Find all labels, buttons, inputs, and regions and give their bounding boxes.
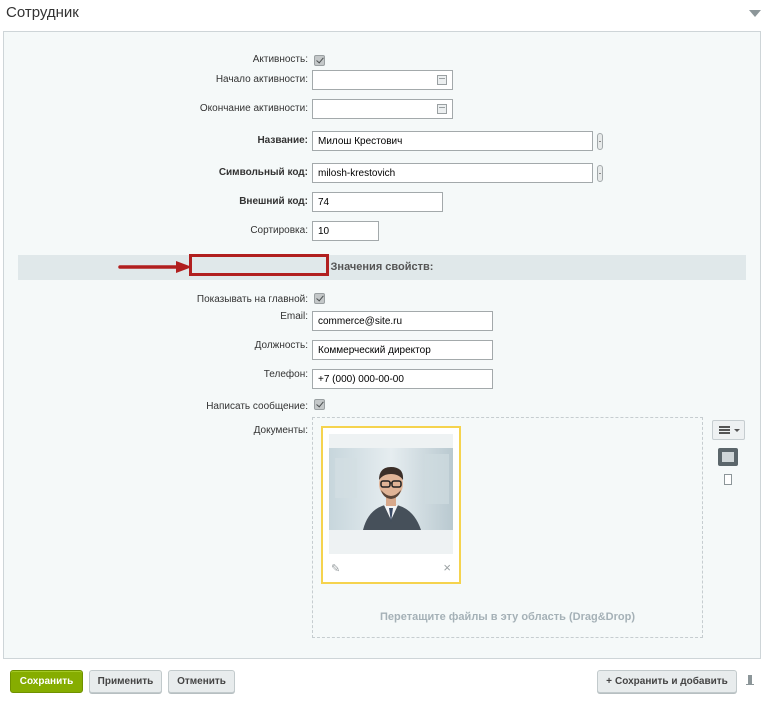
dropzone-hint: Перетащите файлы в эту область (Drag&Dro…: [379, 611, 635, 623]
view-menu-button[interactable]: [712, 420, 745, 440]
translit-toggle-icon[interactable]: [597, 165, 603, 182]
chevron-down-icon: [734, 429, 740, 432]
file-card[interactable]: ✎ ×: [321, 426, 461, 584]
write-msg-checkbox[interactable]: [314, 399, 325, 410]
row-email: Email: commerce@site.ru: [4, 311, 760, 333]
name-input[interactable]: Милош Крестович: [312, 131, 593, 151]
calendar-icon[interactable]: [437, 104, 447, 114]
show-main-label: Показывать на главной:: [196, 294, 308, 305]
calendar-icon[interactable]: [437, 75, 447, 85]
sort-input[interactable]: 10: [312, 221, 379, 241]
active-checkbox[interactable]: [314, 55, 325, 66]
sort-label: Сортировка:: [250, 225, 308, 236]
delete-icon[interactable]: ×: [443, 560, 451, 575]
employee-photo: [329, 448, 453, 530]
row-show-main: Показывать на главной:: [4, 290, 760, 312]
apply-button[interactable]: Применить: [89, 670, 162, 693]
save-and-add-button[interactable]: + Сохранить и добавить: [597, 670, 737, 693]
file-thumbnail: [329, 434, 453, 554]
plus-icon: +: [606, 676, 613, 687]
edit-form-panel: Активность: Начало активности: Окончание…: [3, 31, 761, 659]
row-write-msg: Написать сообщение:: [4, 397, 760, 419]
annotation-highlight-box: [189, 254, 329, 276]
file-dropzone[interactable]: ✎ × Перетащите файлы в эту область (Drag…: [312, 417, 703, 638]
row-active-end: Окончание активности:: [4, 99, 760, 121]
file-card-toolbar: ✎ ×: [329, 558, 453, 578]
phone-input[interactable]: +7 (000) 000-00-00: [312, 369, 493, 389]
xml-id-label: Внешний код:: [239, 196, 308, 207]
cancel-button[interactable]: Отменить: [168, 670, 235, 693]
xml-id-input[interactable]: 74: [312, 192, 443, 212]
write-msg-label: Написать сообщение:: [206, 401, 308, 412]
row-sort: Сортировка: 10: [4, 221, 760, 243]
row-phone: Телефон: +7 (000) 000-00-00: [4, 369, 760, 391]
active-start-input[interactable]: [312, 70, 453, 90]
code-input[interactable]: milosh-krestovich: [312, 163, 593, 183]
active-end-input[interactable]: [312, 99, 453, 119]
name-label: Название:: [257, 135, 308, 146]
pencil-icon[interactable]: ✎: [331, 562, 340, 575]
annotation-arrow-icon: [118, 261, 192, 273]
email-input[interactable]: commerce@site.ru: [312, 311, 493, 331]
row-code: Символьный код: milosh-krestovich: [4, 163, 760, 185]
active-end-label: Окончание активности:: [199, 103, 308, 114]
code-label: Символьный код:: [218, 167, 308, 178]
active-start-label: Начало активности:: [215, 74, 308, 85]
page-title: Сотрудник: [6, 4, 79, 21]
collapse-arrow-icon[interactable]: [749, 10, 761, 17]
pin-icon[interactable]: [746, 675, 754, 685]
row-name: Название: Милош Крестович: [4, 131, 760, 153]
row-active: Активность:: [4, 50, 760, 72]
page-header: Сотрудник: [0, 0, 773, 28]
menu-icon: [719, 426, 730, 428]
row-xml-id: Внешний код: 74: [4, 192, 760, 214]
file-view-icon[interactable]: [724, 474, 732, 485]
save-button[interactable]: Сохранить: [10, 670, 83, 693]
translit-toggle-icon[interactable]: [597, 133, 603, 150]
active-label: Активность:: [252, 54, 308, 65]
save-and-add-label: Сохранить и добавить: [615, 676, 728, 687]
position-label: Должность:: [254, 340, 308, 351]
show-main-checkbox[interactable]: [314, 293, 325, 304]
row-active-start: Начало активности:: [4, 70, 760, 92]
documents-label: Документы:: [253, 425, 308, 436]
row-position: Должность: Коммерческий директор: [4, 340, 760, 362]
position-input[interactable]: Коммерческий директор: [312, 340, 493, 360]
image-view-icon[interactable]: [718, 448, 738, 466]
email-label: Email:: [280, 311, 308, 322]
phone-label: Телефон:: [263, 369, 308, 380]
